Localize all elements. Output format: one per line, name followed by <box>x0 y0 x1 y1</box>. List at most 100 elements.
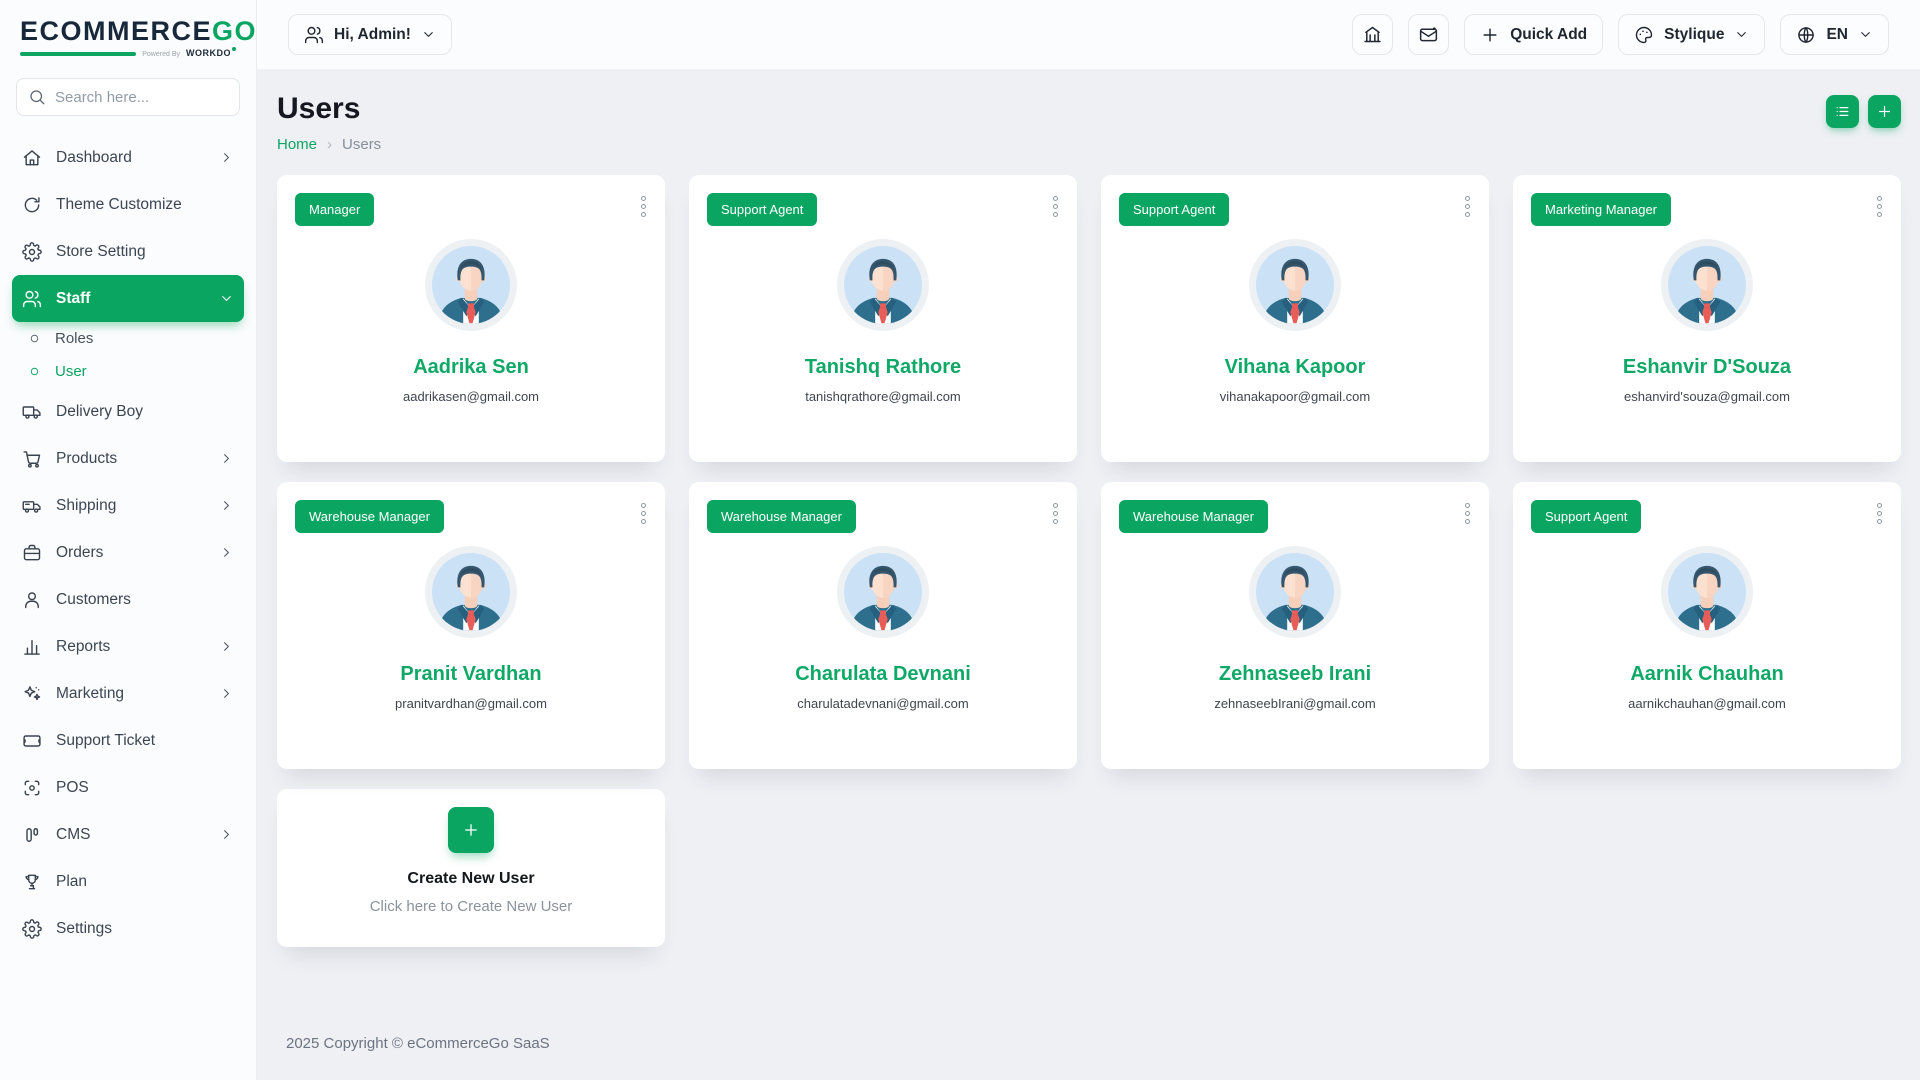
sidebar-item-products[interactable]: Products <box>12 435 244 482</box>
pos-icon <box>22 778 42 798</box>
card-menu-kebab-icon[interactable] <box>1050 500 1061 527</box>
powered-brand-label: WORKDO <box>186 48 236 58</box>
sidebar-item-customers[interactable]: Customers <box>12 576 244 623</box>
dot-icon <box>28 332 41 345</box>
user-email: aarnikchauhan@gmail.com <box>1531 696 1883 711</box>
user-avatar-illustration <box>1668 553 1746 631</box>
sidebar-item-shipping[interactable]: Shipping <box>12 482 244 529</box>
card-menu-kebab-icon[interactable] <box>638 193 649 220</box>
sidebar-item-reports[interactable]: Reports <box>12 623 244 670</box>
avatar <box>425 239 517 331</box>
user-email: charulatadevnani@gmail.com <box>707 696 1059 711</box>
user-email: pranitvardhan@gmail.com <box>295 696 647 711</box>
sidebar-item-store-setting[interactable]: Store Setting <box>12 228 244 275</box>
sidebar-item-delivery-boy[interactable]: Delivery Boy <box>12 388 244 435</box>
chevron-right-icon <box>219 545 234 560</box>
user-email: tanishqrathore@gmail.com <box>707 389 1059 404</box>
language-selector-button[interactable]: EN <box>1780 14 1889 55</box>
quick-add-button[interactable]: Quick Add <box>1464 14 1603 55</box>
messages-button[interactable] <box>1408 14 1449 55</box>
page-title: Users <box>277 92 381 125</box>
page-header-left: Users Home › Users <box>277 92 381 153</box>
breadcrumb-home-link[interactable]: Home <box>277 136 317 153</box>
user-icon <box>22 590 42 610</box>
admin-profile-button[interactable]: Hi, Admin! <box>288 14 452 55</box>
user-avatar-illustration <box>844 246 922 324</box>
sidebar-item-roles[interactable]: Roles <box>12 322 244 355</box>
user-name[interactable]: Pranit Vardhan <box>295 663 647 686</box>
gear-icon <box>22 919 42 939</box>
user-cards-grid: Manager Aadrika Sen aadrikasen@gmail.com… <box>277 175 1901 947</box>
user-name[interactable]: Aadrika Sen <box>295 356 647 379</box>
brand-logo[interactable]: ECOMMERCEGO Powered By WORKDO <box>0 0 256 62</box>
sidebar-item-marketing[interactable]: Marketing <box>12 670 244 717</box>
sidebar-item-support-ticket[interactable]: Support Ticket <box>12 717 244 764</box>
page-actions <box>1826 95 1901 128</box>
user-name[interactable]: Charulata Devnani <box>707 663 1059 686</box>
sidebar-item-user[interactable]: User <box>12 355 244 388</box>
sidebar-item-label: CMS <box>56 826 205 844</box>
user-name[interactable]: Vihana Kapoor <box>1119 356 1471 379</box>
card-menu-kebab-icon[interactable] <box>1462 500 1473 527</box>
breadcrumb-current: Users <box>342 136 381 153</box>
shipping-truck-icon <box>22 496 42 516</box>
sidebar-item-settings[interactable]: Settings <box>12 905 244 952</box>
add-user-button[interactable] <box>1868 95 1901 128</box>
card-menu-kebab-icon[interactable] <box>638 500 649 527</box>
sidebar-item-label: Marketing <box>56 685 205 703</box>
sidebar-item-plan[interactable]: Plan <box>12 858 244 905</box>
user-email: aadrikasen@gmail.com <box>295 389 647 404</box>
chevron-right-icon <box>219 827 234 842</box>
sidebar-item-orders[interactable]: Orders <box>12 529 244 576</box>
user-name[interactable]: Tanishq Rathore <box>707 356 1059 379</box>
language-label: EN <box>1826 26 1848 44</box>
sidebar-item-label: User <box>55 363 234 380</box>
card-menu-kebab-icon[interactable] <box>1050 193 1061 220</box>
store-setting-icon <box>22 242 42 262</box>
create-new-user-card[interactable]: Create New User Click here to Create New… <box>277 789 665 947</box>
breadcrumb: Home › Users <box>277 136 381 153</box>
sidebar-item-staff[interactable]: Staff <box>12 275 244 322</box>
search-input[interactable] <box>16 78 240 116</box>
card-menu-kebab-icon[interactable] <box>1874 193 1885 220</box>
sidebar: ECOMMERCEGO Powered By WORKDO Dashboard … <box>0 0 257 1080</box>
create-card-title: Create New User <box>407 870 534 888</box>
role-badge: Warehouse Manager <box>707 500 856 533</box>
sidebar-item-cms[interactable]: CMS <box>12 811 244 858</box>
sidebar-search <box>16 78 240 116</box>
create-user-plus-button[interactable] <box>448 807 494 853</box>
user-card: Support Agent Vihana Kapoor vihanakapoor… <box>1101 175 1489 462</box>
ticket-icon <box>22 731 42 751</box>
user-avatar-illustration <box>1668 246 1746 324</box>
sidebar-item-label: POS <box>56 779 234 797</box>
user-card: Support Agent Aarnik Chauhan aarnikchauh… <box>1513 482 1901 769</box>
sidebar-item-pos[interactable]: POS <box>12 764 244 811</box>
card-menu-kebab-icon[interactable] <box>1874 500 1885 527</box>
user-name[interactable]: Zehnaseeb Irani <box>1119 663 1471 686</box>
user-name[interactable]: Eshanvir D'Souza <box>1531 356 1883 379</box>
sidebar-item-theme-customize[interactable]: Theme Customize <box>12 181 244 228</box>
role-badge: Support Agent <box>1531 500 1641 533</box>
role-badge: Warehouse Manager <box>295 500 444 533</box>
plus-icon <box>1480 25 1500 45</box>
avatar <box>1661 546 1753 638</box>
mail-icon <box>1418 24 1439 45</box>
delivery-truck-icon <box>22 402 42 422</box>
user-card: Marketing Manager Eshanvir D'Souza eshan… <box>1513 175 1901 462</box>
theme-selector-button[interactable]: Stylique <box>1618 14 1765 55</box>
role-badge: Marketing Manager <box>1531 193 1671 226</box>
avatar <box>1249 239 1341 331</box>
palette-icon <box>1634 25 1654 45</box>
list-view-button[interactable] <box>1826 95 1859 128</box>
storefront-icon <box>1362 24 1383 45</box>
storefront-button[interactable] <box>1352 14 1393 55</box>
user-avatar-illustration <box>432 553 510 631</box>
user-avatar-illustration <box>1256 246 1334 324</box>
user-name[interactable]: Aarnik Chauhan <box>1531 663 1883 686</box>
brand-tagline: Powered By WORKDO <box>20 48 236 58</box>
sidebar-item-label: Support Ticket <box>56 732 234 750</box>
home-icon <box>22 148 42 168</box>
sidebar-item-dashboard[interactable]: Dashboard <box>12 134 244 181</box>
card-menu-kebab-icon[interactable] <box>1462 193 1473 220</box>
chevron-right-icon <box>219 150 234 165</box>
